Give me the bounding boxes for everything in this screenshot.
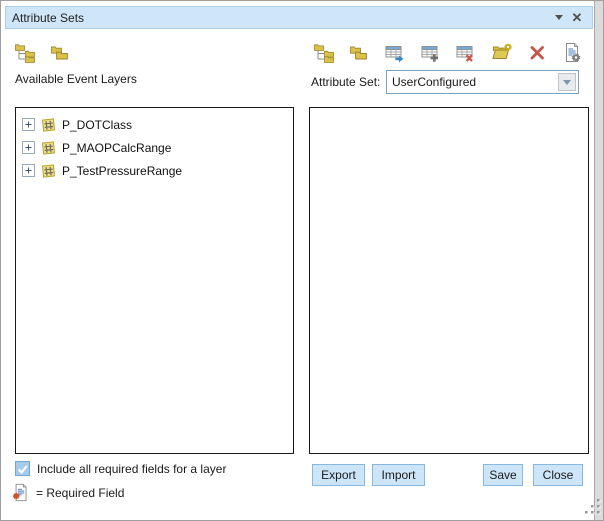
tree-item-p-dotclass[interactable]: P_DOTClass	[16, 113, 293, 136]
expand-plus-icon[interactable]	[22, 141, 35, 154]
event-layer-icon	[40, 139, 57, 156]
close-icon[interactable]: ✕	[568, 9, 586, 27]
include-required-fields-checkbox[interactable]	[15, 461, 30, 476]
collapse-all-icon	[49, 42, 70, 63]
expand-all-button[interactable]	[312, 41, 334, 63]
available-event-layers-list[interactable]: P_DOTClass P_MAOPCalcRange	[15, 107, 294, 454]
expand-plus-icon[interactable]	[22, 118, 35, 131]
properties-icon	[562, 42, 583, 63]
new-attribute-set-icon	[491, 42, 512, 63]
expand-all-button[interactable]	[13, 41, 35, 63]
import-button[interactable]: Import	[372, 464, 425, 486]
required-field-legend: = Required Field	[12, 482, 124, 503]
titlebar[interactable]: Attribute Sets ✕	[5, 6, 593, 29]
pin-icon[interactable]	[550, 9, 568, 27]
check-icon	[16, 461, 29, 476]
include-required-fields-row: Include all required fields for a layer	[15, 461, 226, 476]
new-attribute-set-button[interactable]	[491, 41, 513, 63]
expand-all-icon	[313, 42, 334, 63]
combobox-dropdown-button[interactable]	[558, 73, 576, 91]
left-toolbar	[13, 41, 70, 63]
attribute-set-label: Attribute Set:	[311, 75, 380, 89]
table-remove-icon	[455, 42, 476, 63]
collapse-all-button[interactable]	[348, 41, 370, 63]
export-button[interactable]: Export	[312, 464, 365, 486]
tree-item-label: P_DOTClass	[62, 118, 132, 132]
attribute-set-fields-list[interactable]	[309, 107, 589, 454]
include-required-fields-label: Include all required fields for a layer	[37, 462, 226, 476]
properties-button[interactable]	[562, 41, 584, 63]
table-add-icon	[420, 42, 441, 63]
dock-edge	[594, 1, 603, 520]
save-button[interactable]: Save	[483, 464, 523, 486]
chevron-down-icon	[555, 15, 563, 20]
tree-item-p-testpressurerange[interactable]: P_TestPressureRange	[16, 159, 293, 182]
window-title: Attribute Sets	[12, 11, 550, 25]
table-remove-button[interactable]	[455, 41, 477, 63]
delete-attribute-set-icon	[527, 42, 548, 63]
resize-grip-icon[interactable]	[585, 499, 602, 516]
attribute-set-value: UserConfigured	[387, 75, 556, 89]
tree-item-label: P_MAOPCalcRange	[62, 141, 171, 155]
collapse-all-button[interactable]	[48, 41, 70, 63]
table-add-button[interactable]	[419, 41, 441, 63]
tree-item-p-maopcalcrange[interactable]: P_MAOPCalcRange	[16, 136, 293, 159]
chevron-down-icon	[563, 80, 571, 85]
collapse-all-icon	[348, 42, 369, 63]
tree-item-label: P_TestPressureRange	[62, 164, 182, 178]
attribute-sets-window: Attribute Sets ✕	[0, 0, 604, 521]
attribute-set-combobox[interactable]: UserConfigured	[386, 70, 579, 94]
available-event-layers-heading: Available Event Layers	[15, 72, 137, 86]
required-field-legend-label: = Required Field	[36, 486, 124, 500]
right-toolbar	[312, 41, 584, 63]
expand-all-icon	[14, 42, 35, 63]
required-field-icon	[12, 482, 31, 503]
table-export-icon	[384, 42, 405, 63]
table-export-button[interactable]	[383, 41, 405, 63]
delete-attribute-set-button[interactable]	[526, 41, 548, 63]
close-button[interactable]: Close	[533, 464, 583, 486]
event-layer-icon	[40, 162, 57, 179]
event-layer-icon	[40, 116, 57, 133]
expand-plus-icon[interactable]	[22, 164, 35, 177]
